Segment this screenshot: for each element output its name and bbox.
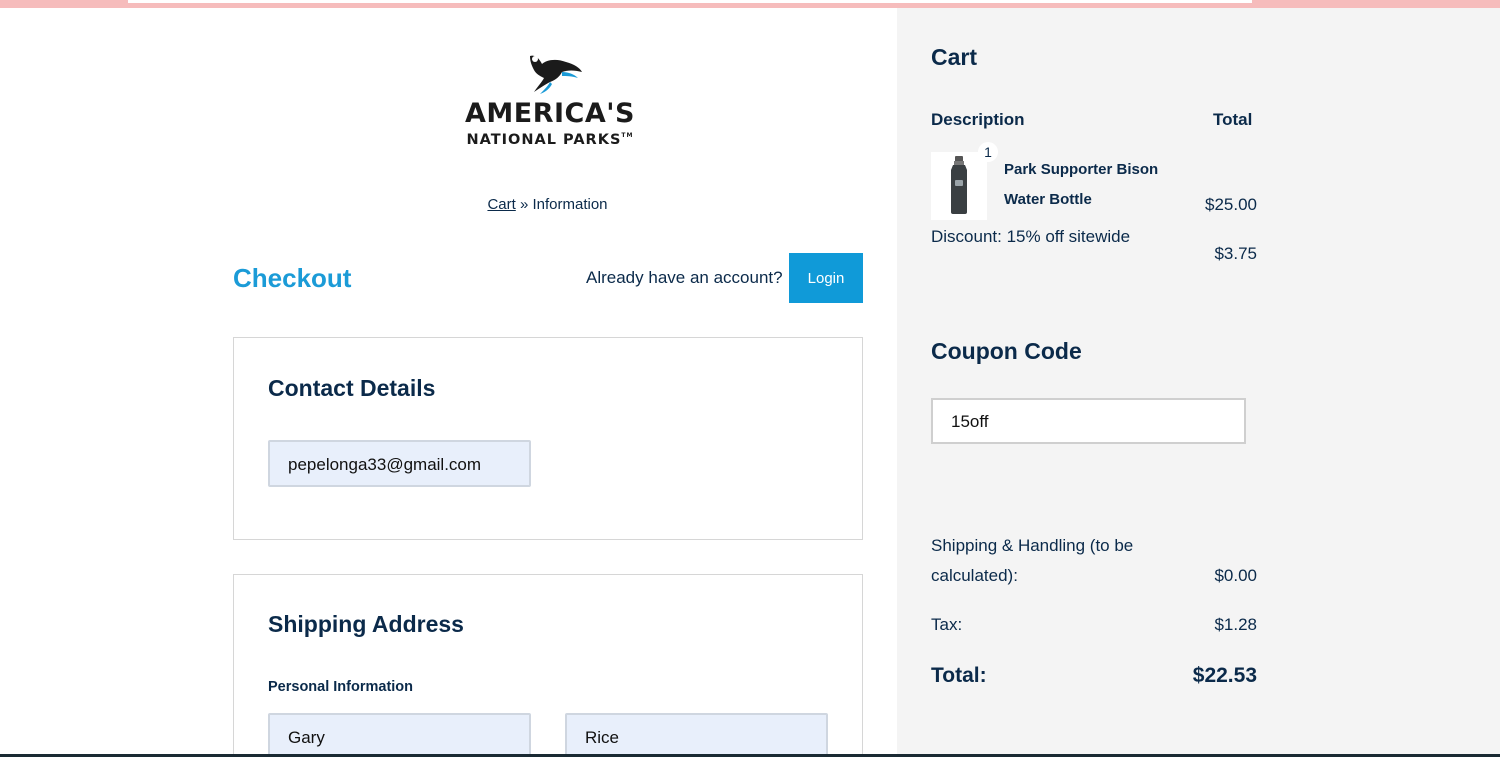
- last-name-field[interactable]: Rice: [565, 713, 828, 757]
- cart-item-name[interactable]: Park Supporter Bison Water Bottle: [1004, 155, 1174, 215]
- coupon-code-title: Coupon Code: [931, 338, 1082, 364]
- coupon-code-input[interactable]: 15off: [931, 398, 1246, 444]
- account-prompt: Already have an account?: [586, 268, 783, 287]
- contact-details-card: Contact Details pepelonga33@gmail.com: [233, 337, 863, 540]
- breadcrumb-cart-link[interactable]: Cart: [487, 196, 515, 213]
- shipping-handling-label: Shipping & Handling (to be calculated):: [931, 536, 1134, 585]
- tax-label: Tax:: [931, 615, 963, 634]
- site-logo[interactable]: AMERICA'S NATIONAL PARKSTM: [462, 50, 642, 155]
- shipping-handling-value: $0.00: [1214, 566, 1257, 585]
- total-column-header: Total: [1213, 110, 1253, 129]
- tax-value: $1.28: [1214, 615, 1257, 634]
- product-thumbnail[interactable]: [931, 152, 987, 220]
- description-column-header: Description: [931, 110, 1025, 129]
- personal-info-label: Personal Information: [268, 679, 414, 695]
- top-strip-inner: [128, 0, 1252, 3]
- breadcrumb-separator: »: [519, 196, 529, 213]
- browser-top-strip: [0, 0, 1500, 8]
- email-field[interactable]: pepelonga33@gmail.com: [268, 440, 531, 487]
- logo-trademark: TM: [621, 132, 634, 139]
- logo-text-line1: AMERICA'S: [465, 98, 635, 129]
- cart-title: Cart: [931, 44, 978, 70]
- quantity-badge: 1: [978, 142, 998, 162]
- shipping-address-title: Shipping Address: [268, 611, 464, 637]
- discount-value: $3.75: [1214, 244, 1257, 263]
- page-title: Checkout: [233, 263, 352, 293]
- logo-text-line2-label: NATIONAL PARKS: [466, 132, 622, 148]
- eagle-icon: [530, 55, 582, 94]
- first-name-field[interactable]: Gary: [268, 713, 531, 757]
- order-total-value: $22.53: [1192, 664, 1257, 687]
- shipping-address-card: Shipping Address Personal Information Ga…: [233, 574, 863, 757]
- logo-text-line2: NATIONAL PARKSTM: [462, 132, 638, 148]
- discount-label: Discount: 15% off sitewide: [931, 227, 1131, 246]
- cart-item-price: $25.00: [1205, 195, 1257, 214]
- contact-details-title: Contact Details: [268, 375, 436, 401]
- breadcrumb-current: Information: [532, 196, 608, 213]
- login-button[interactable]: Login: [789, 253, 863, 303]
- water-bottle-icon: [951, 156, 967, 214]
- order-total-label: Total:: [931, 664, 987, 687]
